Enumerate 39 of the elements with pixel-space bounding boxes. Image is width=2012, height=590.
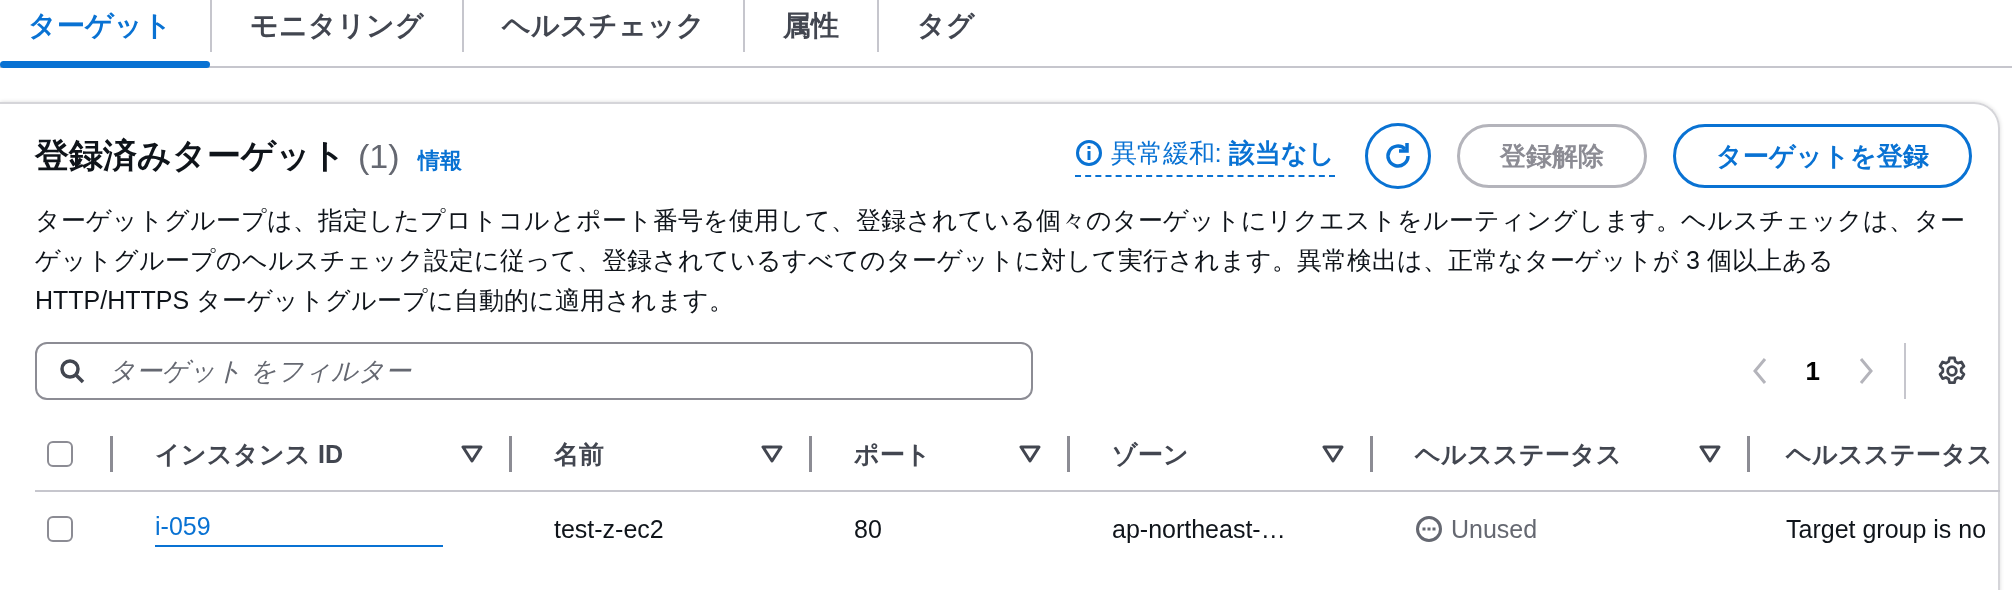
search-icon: [59, 358, 85, 384]
register-button[interactable]: ターゲットを登録: [1673, 124, 1972, 188]
tab[interactable]: 属性: [745, 0, 877, 66]
column-header[interactable]: ヘルスステータス: [1373, 437, 1699, 471]
filter-field[interactable]: ターゲット をフィルター: [35, 342, 1033, 400]
settings-button[interactable]: [1936, 355, 1968, 387]
chevron-left-icon: [1751, 357, 1768, 385]
status-icon: [1415, 515, 1443, 543]
column-header[interactable]: ヘルスステータス: [1750, 437, 2000, 471]
column-header[interactable]: ゾーン: [1070, 437, 1322, 471]
select-all-checkbox[interactable]: [47, 441, 73, 467]
column-header[interactable]: インスタンス ID: [113, 437, 461, 471]
column-header[interactable]: ポート: [812, 437, 1019, 471]
table-cell: ap-northeast-…: [1112, 514, 1286, 544]
settings-icon: [1936, 355, 1968, 387]
description: ターゲットグループは、指定したプロトコルとポート番号を使用して、登録されている個々のターゲットにリクエストをルーティングします。ヘルスチェックは、ターゲットグループのヘルスチェック設定に従って、登録されているすべてのターゲットに対して実行されます。異常検出は、正常なターゲットが 3 個以上ある HTTP/HTTPS ターゲットグループに自動的に適用されます。: [35, 205, 1966, 316]
table-cell: Target group is no: [1786, 514, 1987, 544]
anomaly-mitigation-link[interactable]: 異常緩和: 該当なし: [1110, 135, 1335, 171]
sort-icon[interactable]: [761, 445, 783, 463]
info-icon: [1074, 139, 1103, 167]
target-count: (1): [358, 136, 400, 176]
info-link[interactable]: 情報: [417, 146, 462, 176]
table-cell: 80: [854, 514, 882, 544]
sort-icon[interactable]: [461, 445, 483, 463]
chevron-right-icon: [1858, 357, 1874, 385]
tab[interactable]: タグ: [879, 0, 1013, 66]
sort-icon[interactable]: [1322, 445, 1344, 463]
tab[interactable]: ターゲット: [0, 0, 210, 66]
instance-link[interactable]: i-059: [155, 511, 443, 547]
tab[interactable]: モニタリング: [212, 0, 462, 66]
panel-title: 登録済みターゲット: [35, 135, 346, 176]
tab[interactable]: ヘルスチェック: [464, 0, 743, 66]
sort-icon[interactable]: [1019, 445, 1041, 463]
table-cell: test-z-ec2: [554, 514, 664, 544]
column-header[interactable]: 名前: [512, 437, 761, 471]
row-checkbox[interactable]: [47, 516, 73, 542]
sort-icon[interactable]: [1699, 445, 1721, 463]
health-status: Unused: [1451, 514, 1538, 544]
page-number[interactable]: 1: [1797, 355, 1828, 387]
